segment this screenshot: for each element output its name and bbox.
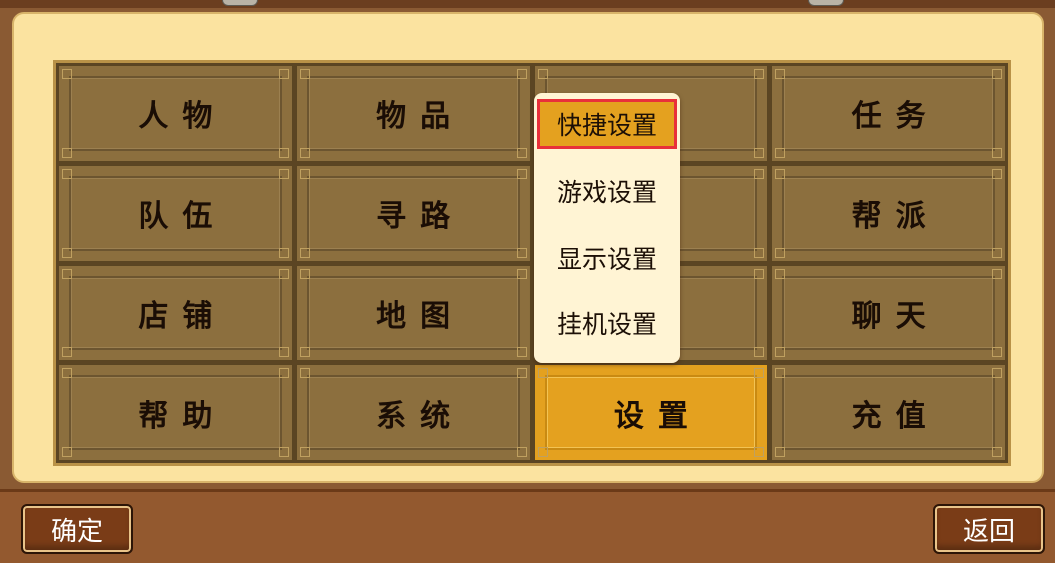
menu-cell-label: 聊天 [851,298,940,334]
dropdown-item-shortcut-settings[interactable]: 快捷设置 [537,99,677,149]
menu-cell-map[interactable]: 地图 [295,264,531,362]
menu-cell-label: 任务 [851,99,940,135]
top-strip [0,0,1055,8]
menu-cell-label: 物品 [376,99,465,135]
menu-cell-label: 帮助 [138,398,227,434]
back-button[interactable]: 返回 [933,504,1045,554]
menu-cell-team[interactable]: 队伍 [58,164,293,262]
menu-cell-label: 设置 [613,398,702,434]
menu-cell-label: 系统 [376,398,465,434]
menu-cell-label: 寻路 [376,199,465,235]
top-knob-left [222,0,258,6]
menu-cell-help[interactable]: 帮助 [58,364,293,461]
menu-cell-items[interactable]: 物品 [295,65,531,162]
menu-cell-label: 地图 [376,298,465,334]
menu-cell-label: 人物 [138,99,227,135]
menu-cell-chat[interactable]: 聊天 [771,264,1006,362]
menu-cell-label: 队伍 [138,199,227,235]
menu-cell-pathfind[interactable]: 寻路 [295,164,531,262]
menu-grid: 人物 物品 任务 队伍 寻路 帮派 店铺 地图 聊天 帮助 系统 设置 充值 [53,60,1011,466]
menu-cell-settings[interactable]: 设置 [533,364,769,461]
settings-dropdown: 快捷设置 游戏设置 显示设置 挂机设置 [534,93,680,363]
top-knob-right [808,0,844,6]
menu-cell-label: 店铺 [138,298,227,334]
menu-cell-character[interactable]: 人物 [58,65,293,162]
menu-cell-recharge[interactable]: 充值 [771,364,1006,461]
confirm-button[interactable]: 确定 [21,504,133,554]
menu-cell-label: 充值 [851,398,940,434]
dropdown-item-display-settings[interactable]: 显示设置 [534,238,680,278]
dropdown-item-idle-settings[interactable]: 挂机设置 [534,303,680,343]
bottom-bar [0,489,1055,563]
menu-cell-label: 帮派 [851,199,940,235]
menu-cell-tasks[interactable]: 任务 [771,65,1006,162]
menu-cell-guild[interactable]: 帮派 [771,164,1006,262]
dropdown-item-game-settings[interactable]: 游戏设置 [534,171,680,211]
menu-cell-shop[interactable]: 店铺 [58,264,293,362]
menu-cell-system[interactable]: 系统 [295,364,531,461]
